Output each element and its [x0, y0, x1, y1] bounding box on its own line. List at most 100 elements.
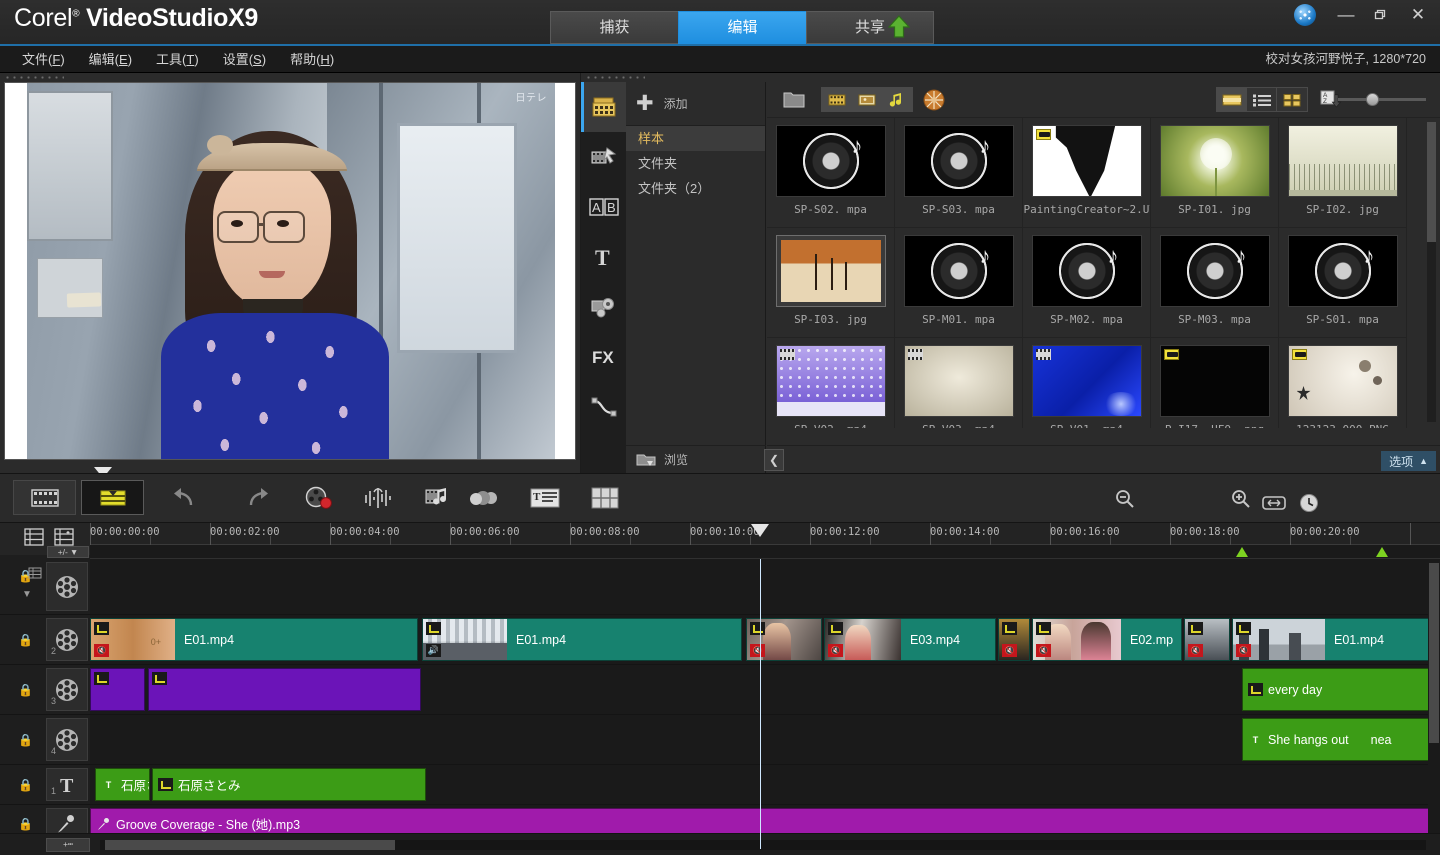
timeline-clip[interactable]: T She hangs out nea: [1242, 718, 1440, 761]
timeline-clip[interactable]: 🔇 E03.mp4: [824, 618, 996, 661]
track-lane-video-2[interactable]: 🔇 0+ E01.mp4 🔊 E01.mp4 🔇: [90, 615, 1440, 665]
media-thumbnail[interactable]: [776, 345, 886, 417]
undo-button[interactable]: [165, 482, 203, 514]
chevron-down-icon[interactable]: ▼: [22, 589, 32, 600]
subtitle-editor-button[interactable]: T: [526, 482, 564, 514]
lock-icon[interactable]: 🔒: [18, 817, 33, 831]
media-thumbnail[interactable]: [1288, 345, 1398, 417]
nav-item-samples[interactable]: 样本: [626, 126, 765, 151]
track-lane-overlay-3[interactable]: every day: [90, 665, 1440, 715]
redo-button[interactable]: [239, 482, 277, 514]
add-track-button[interactable]: +┅: [46, 838, 90, 852]
track-type-box[interactable]: 3: [46, 668, 88, 711]
rail-graphic-button[interactable]: [581, 282, 626, 332]
library-zoom-slider[interactable]: [1338, 98, 1426, 101]
track-header-video-2[interactable]: 🔒 2: [0, 615, 90, 665]
lock-icon[interactable]: 🔒: [18, 633, 33, 647]
media-item[interactable]: ♪ SP-M02. mpa: [1023, 228, 1151, 338]
rail-transition-button[interactable]: [581, 132, 626, 182]
media-item[interactable]: SP-V02. mp4: [767, 338, 895, 428]
media-item[interactable]: SP-I03. jpg: [767, 228, 895, 338]
panel-grip[interactable]: [4, 75, 64, 80]
media-item[interactable]: SP-V03. mp4: [895, 338, 1023, 428]
rail-text-button[interactable]: T: [581, 232, 626, 282]
multicam-editor-button[interactable]: [586, 482, 624, 514]
folder-icon[interactable]: [781, 88, 807, 111]
track-visibility-icon[interactable]: [28, 567, 42, 579]
browse-row[interactable]: 浏览: [626, 445, 766, 473]
rail-fx-button[interactable]: FX: [581, 332, 626, 382]
library-zoom-knob[interactable]: [1366, 93, 1379, 106]
collapse-panel-button[interactable]: ❮: [764, 449, 784, 471]
minimize-button[interactable]: —: [1336, 4, 1356, 26]
tab-share[interactable]: 共享: [806, 11, 934, 44]
timeline-horizontal-scrollbar[interactable]: [100, 840, 1426, 850]
fit-project-icon[interactable]: [1260, 487, 1288, 519]
timeline-clip[interactable]: 🔇 E01.mp4: [1232, 618, 1436, 661]
media-item[interactable]: SP-I01. jpg: [1151, 118, 1279, 228]
track-type-box[interactable]: [46, 562, 88, 611]
show-photos-icon[interactable]: [852, 88, 882, 111]
storyboard-view-button[interactable]: [13, 480, 76, 515]
list-view-icon[interactable]: [1247, 88, 1277, 111]
chapter-marker[interactable]: [1376, 547, 1388, 557]
library-scrollbar[interactable]: [1427, 122, 1436, 422]
library-panel-grip[interactable]: [585, 75, 645, 80]
lock-icon[interactable]: 🔒: [18, 733, 33, 747]
media-item[interactable]: ♪ SP-S03. mpa: [895, 118, 1023, 228]
timeline-clip[interactable]: 🔇: [1184, 618, 1230, 661]
media-thumbnail[interactable]: ♪: [1160, 235, 1270, 307]
track-lane-overlay-4[interactable]: T She hangs out nea: [90, 715, 1440, 765]
track-header-overlay-3[interactable]: 🔒 3: [0, 665, 90, 715]
media-item[interactable]: P-I17. UFO. png: [1151, 338, 1279, 428]
media-item[interactable]: SP-I02. jpg: [1279, 118, 1407, 228]
media-thumbnail[interactable]: [1160, 125, 1270, 197]
options-button[interactable]: 选项 ▲: [1381, 451, 1436, 471]
restore-button[interactable]: [1372, 8, 1392, 22]
rail-title-button[interactable]: A B: [581, 182, 626, 232]
timeline-horizontal-scroll-thumb[interactable]: [105, 840, 395, 850]
timeline-clip[interactable]: 🔇 0+ E01.mp4: [90, 618, 418, 661]
add-remove-track-button[interactable]: +/- ▼: [47, 546, 89, 558]
track-lane-title-1[interactable]: T 石原さ 石原さとみ: [90, 765, 1440, 805]
media-item[interactable]: 123123-000.PNG: [1279, 338, 1407, 428]
timeline-clip[interactable]: [148, 668, 421, 711]
timeline-clip[interactable]: 🔇 E02.mp: [1032, 618, 1182, 661]
media-item[interactable]: SP-V01. mp4: [1023, 338, 1151, 428]
track-header-overlay-4[interactable]: 🔒 4: [0, 715, 90, 765]
add-media-row[interactable]: ✚ 添加: [626, 82, 765, 126]
media-item[interactable]: ♪ SP-M03. mpa: [1151, 228, 1279, 338]
nav-item-folder-1[interactable]: 文件夹: [626, 151, 765, 176]
nav-item-folder-2[interactable]: 文件夹（2）: [626, 176, 765, 201]
track-header-video-1[interactable]: 🔒 ▼: [0, 559, 90, 615]
media-item[interactable]: ♪ SP-S02. mpa: [767, 118, 895, 228]
show-audio-icon[interactable]: [882, 88, 912, 111]
rail-path-button[interactable]: [581, 382, 626, 432]
media-thumbnail[interactable]: [1288, 125, 1398, 197]
media-item[interactable]: ♪ SP-M01. mpa: [895, 228, 1023, 338]
menu-edit[interactable]: 编辑(E): [89, 46, 132, 73]
media-thumbnail[interactable]: [1160, 345, 1270, 417]
timeline-clip[interactable]: 🔊 E01.mp4: [422, 618, 742, 661]
library-scroll-thumb[interactable]: [1427, 122, 1436, 242]
menu-help[interactable]: 帮助(H): [290, 46, 334, 73]
timeline-playhead-handle[interactable]: [751, 524, 769, 537]
motion-tracking-button[interactable]: [466, 482, 504, 514]
track-header-title-1[interactable]: 🔒 1 T: [0, 765, 90, 805]
show-all-tracks-icon[interactable]: [22, 527, 46, 547]
chapter-marker[interactable]: [1236, 547, 1248, 557]
mix-audio-button[interactable]: [360, 482, 398, 514]
menu-file[interactable]: 文件(F): [22, 46, 65, 73]
media-thumbnail[interactable]: [776, 235, 886, 307]
clock-icon[interactable]: [1296, 487, 1322, 519]
media-thumbnail[interactable]: ♪: [904, 235, 1014, 307]
auto-music-button[interactable]: [420, 482, 458, 514]
media-item[interactable]: PaintingCreator~2.UVP: [1023, 118, 1151, 228]
track-type-box[interactable]: 1 T: [46, 768, 88, 801]
media-item[interactable]: ♪ SP-S01. mpa: [1279, 228, 1407, 338]
media-thumbnail[interactable]: [904, 345, 1014, 417]
timeline-vertical-scrollbar[interactable]: ▼: [1428, 559, 1440, 849]
timeline-clip[interactable]: 🔇: [746, 618, 822, 661]
track-manager-icon[interactable]: [52, 527, 76, 547]
lock-icon[interactable]: 🔒: [18, 778, 33, 792]
